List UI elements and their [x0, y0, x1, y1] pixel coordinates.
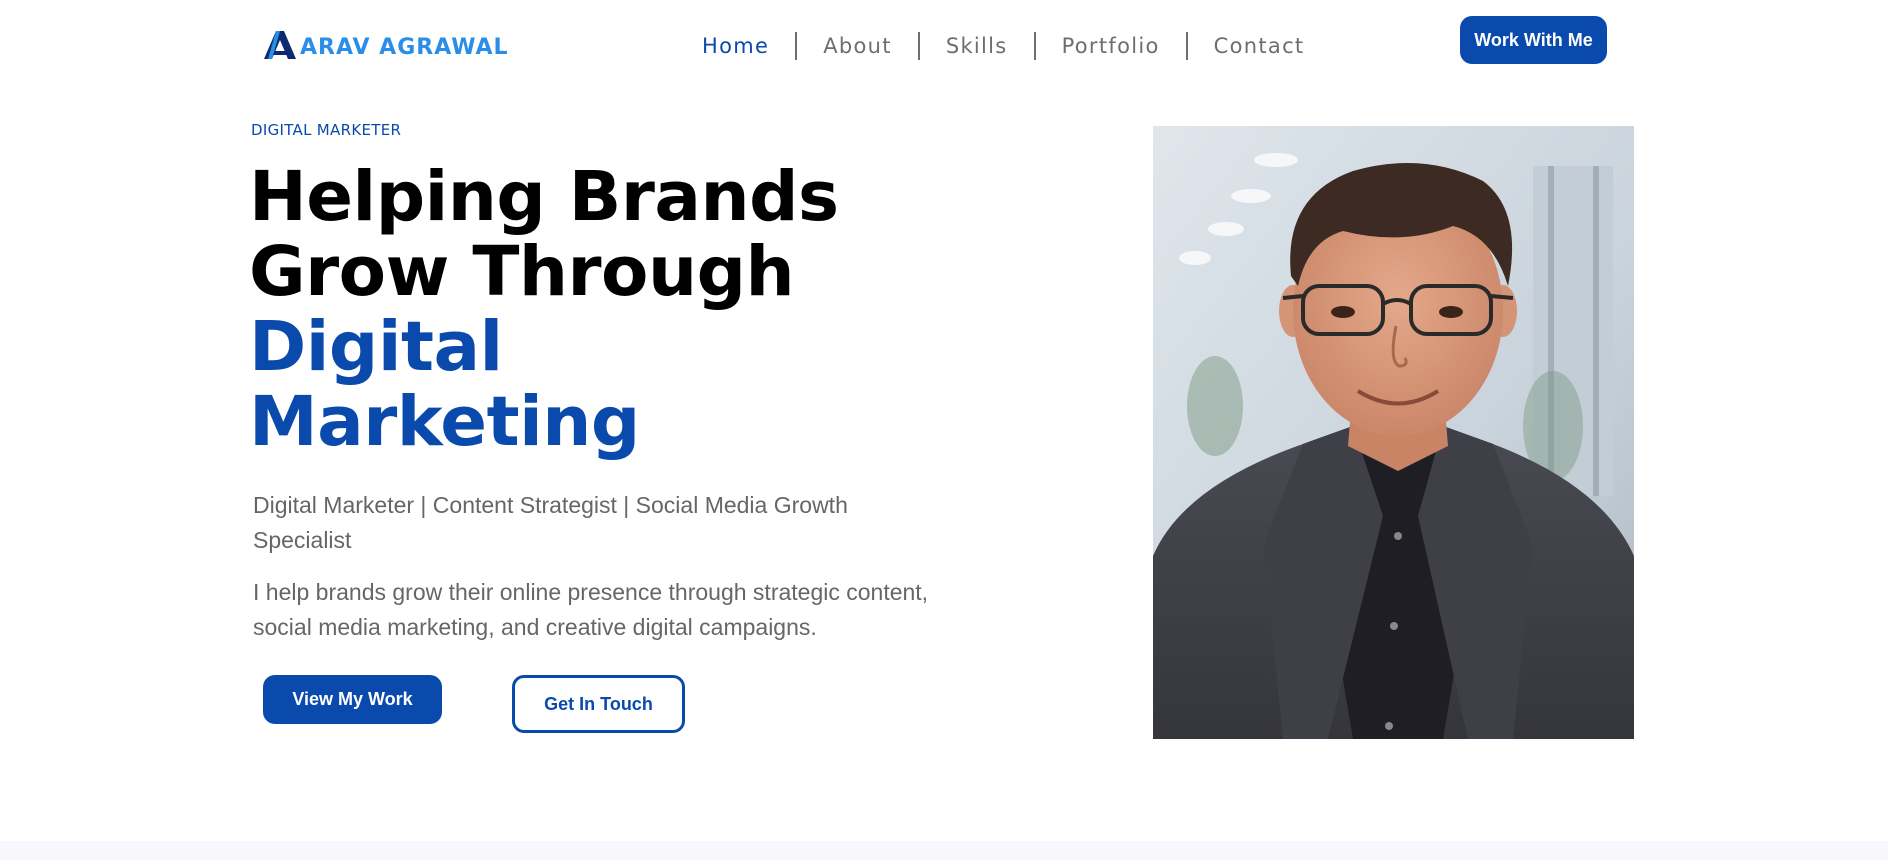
hero-subtitle: Digital Marketer | Content Strategist | …	[253, 492, 848, 553]
profile-photo	[1153, 126, 1634, 739]
headline-accent-line-2: Marketing	[249, 382, 640, 462]
headline-line-2: Grow Through	[249, 232, 795, 312]
headline-accent-line-1: Digital	[249, 307, 503, 387]
nav-item-contact[interactable]: Contact	[1188, 34, 1331, 58]
logo-text: ARAV AGRAWAL	[300, 35, 509, 60]
nav-item-portfolio[interactable]: Portfolio	[1036, 34, 1186, 58]
nav-item-skills[interactable]: Skills	[920, 34, 1034, 58]
nav-item-home[interactable]: Home	[676, 34, 795, 58]
site-header: ARAV AGRAWAL Home About Skills Portfolio…	[0, 0, 1888, 92]
hero-headline: Helping Brands Grow Through Digital Mark…	[249, 160, 929, 460]
hero-eyebrow: DIGITAL MARKETER	[251, 121, 402, 139]
get-in-touch-button[interactable]: Get In Touch	[512, 675, 685, 733]
hero-description: I help brands grow their online presence…	[253, 579, 929, 640]
work-with-me-button[interactable]: Work With Me	[1460, 16, 1607, 64]
letter-a-logo-icon	[264, 31, 296, 59]
site-logo[interactable]: ARAV AGRAWAL	[262, 28, 509, 62]
main-nav: Home About Skills Portfolio Contact	[676, 30, 1330, 62]
portrait-illustration	[1153, 126, 1634, 739]
next-section-edge	[0, 841, 1888, 860]
headline-line-1: Helping Brands	[249, 157, 839, 237]
nav-item-about[interactable]: About	[797, 34, 918, 58]
view-my-work-button[interactable]: View My Work	[263, 675, 442, 724]
page: ARAV AGRAWAL Home About Skills Portfolio…	[0, 0, 1888, 860]
